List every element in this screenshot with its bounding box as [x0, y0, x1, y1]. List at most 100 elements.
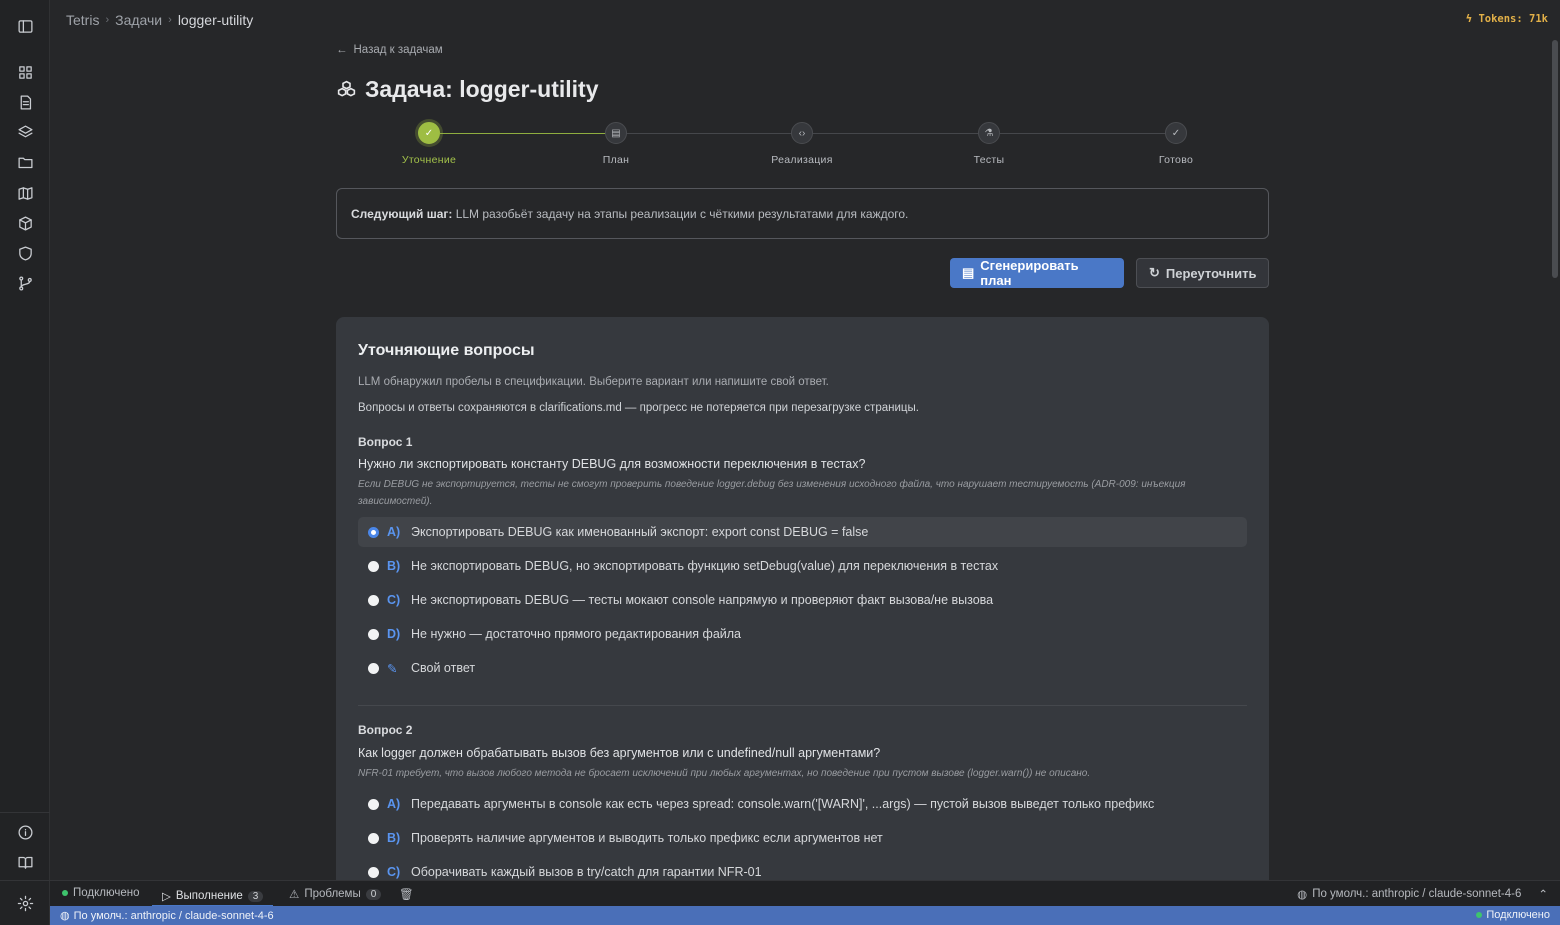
chevron-up-icon[interactable]: ⌃ [1538, 887, 1548, 901]
globe-icon: ◍ [60, 910, 70, 922]
document-icon[interactable] [15, 92, 35, 112]
check-circle-icon: ✓ [1165, 122, 1187, 144]
panel-description: LLM обнаружил пробелы в спецификации. Вы… [358, 376, 829, 388]
question-label: Вопрос 2 [358, 723, 413, 737]
connection-status: Подключено [62, 887, 140, 899]
step-clarification[interactable]: ✓ Уточнение [369, 122, 489, 166]
answer-option[interactable]: B) Не экспортировать DEBUG, но экспортир… [358, 551, 1247, 581]
code-icon: ‹› [791, 122, 813, 144]
question-note: NFR-01 требует, что вызов любого метода … [358, 768, 1091, 779]
top-bar: Tetris › Задачи › logger-utility ϟ Token… [50, 0, 1560, 40]
status-connection-label: Подключено [1486, 909, 1550, 921]
tokens-counter: ϟ Tokens: 71k [1466, 13, 1548, 25]
workflow-stepper: ✓ Уточнение ▤ План ‹› Реализация ⚗ Тесты… [336, 120, 1269, 170]
option-key: C) [387, 593, 401, 607]
count-badge: 3 [247, 890, 264, 902]
tab-problems[interactable]: ⚠ Проблемы 0 [289, 887, 382, 901]
option-text: Не экспортировать DEBUG — тесты мокают c… [411, 593, 994, 607]
option-text: Экспортировать DEBUG как именованный экс… [411, 525, 869, 539]
clipboard-icon: ▤ [605, 122, 627, 144]
option-key: C) [387, 865, 401, 879]
reclarify-button[interactable]: ↻ Переуточнить [1136, 258, 1269, 288]
panel-title: Уточняющие вопросы [358, 342, 535, 359]
warning-icon: ⚠ [289, 889, 300, 901]
folder-icon[interactable] [15, 152, 35, 172]
map-icon[interactable] [15, 183, 35, 203]
tab-label: Выполнение [175, 890, 243, 902]
check-icon: ✓ [418, 122, 440, 144]
model-label: По умолч.: anthropic / claude-sonnet-4-6 [1312, 888, 1522, 900]
step-label: Готово [1158, 154, 1194, 166]
book-icon[interactable] [15, 852, 35, 872]
settings-gear-icon[interactable] [15, 893, 35, 913]
next-step-label: Следующий шаг: [351, 207, 453, 221]
tab-label: Проблемы [304, 888, 361, 900]
layers-icon[interactable] [15, 122, 35, 142]
generate-plan-button[interactable]: ▤ Сгенерировать план [950, 258, 1124, 288]
step-tests[interactable]: ⚗ Тесты [929, 122, 1049, 166]
reclarify-label: Переуточнить [1165, 265, 1257, 281]
page-title: Задача: logger-utility [336, 76, 598, 103]
model-selector[interactable]: ◍ По умолч.: anthropic / claude-sonnet-4… [1297, 887, 1548, 901]
status-bar: ◍ По умолч.: anthropic / claude-sonnet-4… [50, 906, 1560, 925]
option-key: A) [387, 525, 401, 539]
git-branch-icon[interactable] [15, 273, 35, 293]
radio-button[interactable] [368, 594, 379, 606]
answer-option[interactable]: A) Экспортировать DEBUG как именованный … [358, 517, 1247, 547]
option-text: Проверять наличие аргументов и выводить … [411, 831, 883, 845]
radio-button[interactable] [368, 798, 379, 810]
tokens-label: Tokens: 71k [1478, 13, 1548, 25]
answer-option[interactable]: D) Не нужно — достаточно прямого редакти… [358, 619, 1247, 649]
tab-execution[interactable]: ▷ Выполнение 3 [152, 881, 274, 907]
refresh-icon: ↻ [1149, 265, 1160, 280]
step-implementation[interactable]: ‹› Реализация [742, 122, 862, 166]
option-text: Не нужно — достаточно прямого редактиров… [411, 627, 742, 641]
generate-plan-label: Сгенерировать план [980, 258, 1079, 288]
trash-icon[interactable]: 🗑 [399, 887, 414, 901]
status-connection: Подключено [1476, 909, 1550, 921]
option-key: B) [387, 559, 401, 573]
sidebar-toggle-icon[interactable] [15, 16, 35, 36]
step-label: Реализация [771, 154, 833, 166]
option-key: A) [387, 797, 401, 811]
radio-button[interactable] [368, 662, 379, 674]
connected-dot-icon [1476, 912, 1483, 918]
step-label: План [602, 154, 630, 166]
step-plan[interactable]: ▤ План [556, 122, 676, 166]
breadcrumb-project[interactable]: Tetris [66, 12, 99, 28]
play-icon: ▷ [162, 891, 171, 903]
next-step-box: Следующий шаг: LLM разобьёт задачу на эт… [336, 188, 1269, 239]
shield-icon[interactable] [15, 243, 35, 263]
arrow-left-icon: ← [336, 44, 348, 56]
radio-button[interactable] [368, 832, 379, 844]
breadcrumb-separator: › [168, 14, 172, 26]
radio-button[interactable] [368, 526, 379, 538]
lightning-icon: ϟ [1465, 13, 1479, 25]
answer-option[interactable]: C) Не экспортировать DEBUG — тесты мокаю… [358, 585, 1247, 615]
info-icon[interactable] [15, 822, 35, 842]
back-link-label: Назад к задачам [353, 44, 443, 56]
radio-button[interactable] [368, 560, 379, 572]
back-link[interactable]: ← Назад к задачам [336, 44, 443, 56]
status-model-label: По умолч.: anthropic / claude-sonnet-4-6 [73, 909, 274, 922]
option-text: Передавать аргументы в console как есть … [411, 797, 1155, 811]
question-text: Как logger должен обрабатывать вызов без… [358, 746, 881, 760]
scrollbar[interactable] [1552, 40, 1558, 278]
radio-button[interactable] [368, 628, 379, 640]
dashboard-icon[interactable] [15, 62, 35, 82]
custom-answer-option[interactable]: ✎ Свой ответ [358, 653, 1247, 683]
connection-label: Подключено [73, 887, 140, 899]
activity-divider [0, 812, 50, 813]
connected-dot-icon [62, 890, 68, 896]
question-text: Нужно ли экспортировать константу DEBUG … [358, 457, 866, 471]
answer-option[interactable]: A) Передавать аргументы в console как ес… [358, 789, 1247, 819]
option-key: D) [387, 627, 401, 641]
panel-persistence-note: Вопросы и ответы сохраняются в clarifica… [358, 402, 919, 414]
package-icon[interactable] [9, 208, 41, 238]
step-done[interactable]: ✓ Готово [1116, 122, 1236, 166]
status-model[interactable]: ◍ По умолч.: anthropic / claude-sonnet-4… [60, 909, 274, 923]
radio-button[interactable] [368, 866, 379, 878]
breadcrumb-tasks[interactable]: Задачи [115, 12, 162, 28]
answer-option[interactable]: B) Проверять наличие аргументов и выводи… [358, 823, 1247, 853]
activity-divider-bottom [0, 880, 50, 881]
